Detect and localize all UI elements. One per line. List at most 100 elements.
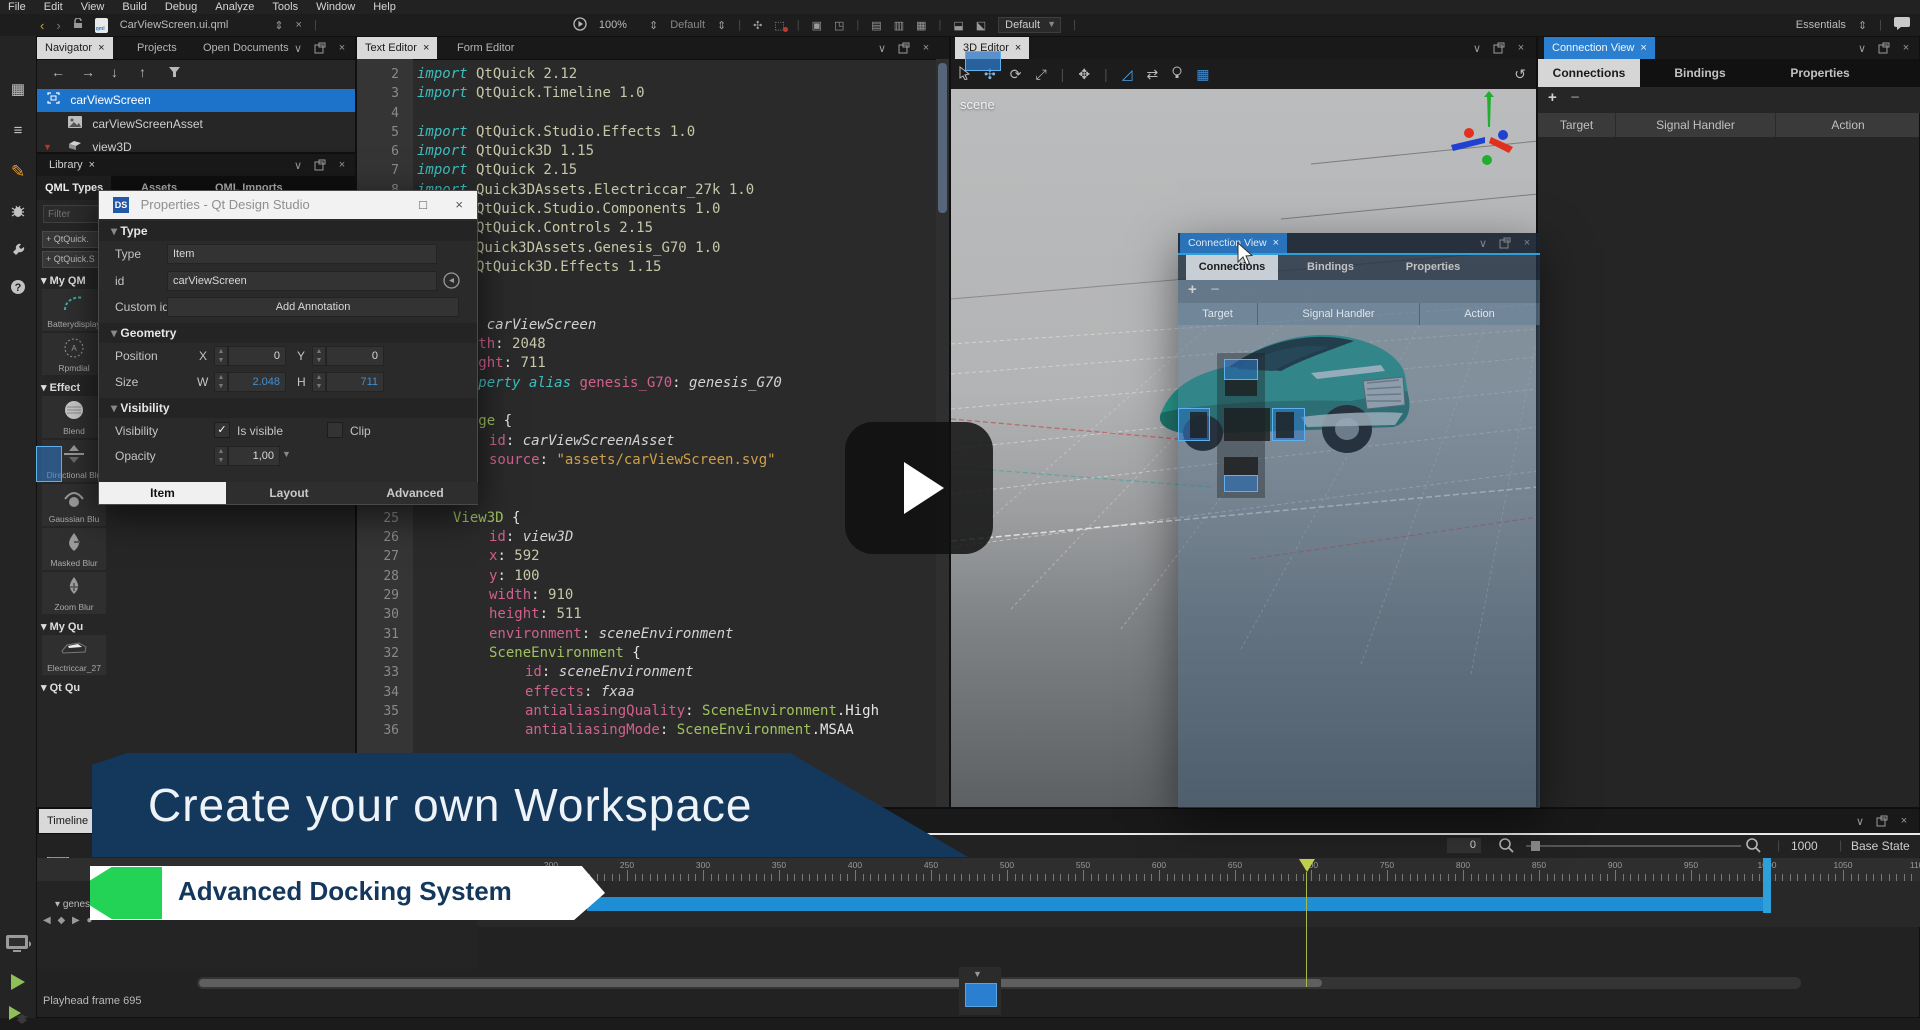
form-preset[interactable]: Default: [670, 19, 705, 31]
maximize-icon[interactable]: □: [419, 191, 427, 219]
tab-timeline[interactable]: Timeline: [39, 809, 96, 833]
distribute-h-icon[interactable]: ▤: [871, 19, 881, 32]
end-frame-value[interactable]: 1000: [1791, 839, 1818, 853]
debug-bug-icon[interactable]: [0, 204, 36, 222]
align-left-icon[interactable]: ▣: [812, 19, 822, 32]
document-stepper[interactable]: ⇕: [274, 19, 283, 32]
nav-up-icon[interactable]: ↑: [139, 64, 146, 80]
chevron-down-icon[interactable]: ▼: [282, 449, 291, 459]
mode-selector[interactable]: Essentials: [1796, 19, 1846, 31]
library-item-zoom-blur[interactable]: Zoom Blur: [42, 572, 106, 614]
close-icon[interactable]: ×: [98, 42, 104, 54]
dialog-tab-layout[interactable]: Layout: [226, 482, 352, 504]
close-icon[interactable]: ×: [335, 159, 349, 171]
tab-text-editor[interactable]: Text Editor×: [357, 37, 437, 59]
preset-stepper[interactable]: ⇕: [717, 19, 726, 32]
library-item-rpmdial[interactable]: ARpmdial: [42, 333, 106, 375]
close-icon[interactable]: ×: [1015, 42, 1021, 54]
menu-debug[interactable]: Debug: [165, 1, 197, 13]
menu-view[interactable]: View: [81, 1, 105, 13]
float-panel-icon[interactable]: [1875, 815, 1889, 827]
col-action[interactable]: Action: [1776, 113, 1920, 137]
run-button[interactable]: [0, 972, 36, 996]
col-signal-handler[interactable]: Signal Handler: [1258, 303, 1420, 325]
menu-edit[interactable]: Edit: [44, 1, 63, 13]
video-play-button[interactable]: [845, 422, 993, 554]
y-field[interactable]: 0: [326, 346, 384, 366]
float-panel-icon[interactable]: [1877, 42, 1891, 54]
menu-analyze[interactable]: Analyze: [215, 1, 254, 13]
float-titlebar[interactable]: Connection View× ∨×: [1178, 233, 1540, 253]
float-panel-icon[interactable]: [1492, 42, 1506, 54]
library-item-masked-blur[interactable]: Masked Blur: [42, 528, 106, 570]
tab-navigator[interactable]: Navigator×: [37, 37, 113, 59]
track-label[interactable]: ▾ genes: [55, 899, 90, 910]
type-field[interactable]: Item: [167, 244, 437, 264]
tab-bindings[interactable]: Bindings: [1278, 255, 1383, 280]
opacity-spinner[interactable]: ▲▼: [214, 446, 228, 466]
timeline-end-marker[interactable]: [1763, 858, 1771, 913]
align-add-icon[interactable]: ◳: [834, 19, 844, 32]
float-panel-icon[interactable]: [313, 42, 327, 54]
help-icon[interactable]: ?: [0, 279, 36, 299]
close-icon[interactable]: ×: [1520, 237, 1534, 249]
reset-icon[interactable]: [443, 272, 460, 292]
nav-left-icon[interactable]: ←: [51, 64, 65, 80]
timeline-zoom-slider[interactable]: [1526, 845, 1741, 847]
edit-shape-icon[interactable]: ⬕: [976, 19, 986, 32]
clip-checkbox[interactable]: [327, 422, 343, 438]
remove-connection-button[interactable]: −: [1211, 281, 1220, 298]
h-field[interactable]: 711: [326, 372, 384, 392]
fit-view-icon[interactable]: ✥: [1078, 66, 1090, 83]
float-panel-icon[interactable]: [897, 42, 911, 54]
filter-funnel-icon[interactable]: [169, 66, 182, 82]
camera-angle-icon[interactable]: ◿: [1122, 66, 1133, 83]
grid-toggle-icon[interactable]: ▦: [1196, 66, 1209, 83]
orientation-icon[interactable]: ⇄: [1146, 66, 1158, 83]
tree-item-carviewscreenasset[interactable]: carViewScreenAsset: [37, 113, 355, 136]
add-connection-button[interactable]: +: [1188, 281, 1197, 298]
zoom-min-field[interactable]: 0: [1446, 837, 1482, 854]
chevron-down-icon[interactable]: ∨: [1855, 42, 1869, 55]
y-spinner[interactable]: ▲▼: [312, 346, 326, 366]
dialog-tab-advanced[interactable]: Advanced: [352, 482, 478, 504]
close-icon[interactable]: ×: [423, 42, 429, 54]
tab-connection-view[interactable]: Connection View×: [1180, 233, 1287, 253]
add-connection-button[interactable]: +: [1548, 89, 1557, 106]
close-icon[interactable]: ×: [455, 191, 463, 219]
menu-build[interactable]: Build: [122, 1, 146, 13]
dialog-tab-item[interactable]: Item: [99, 482, 226, 504]
state-selector[interactable]: Base State: [1851, 839, 1910, 853]
floating-connection-view[interactable]: Connection View× ∨× Connections Bindings…: [1178, 233, 1540, 808]
menu-file[interactable]: File: [8, 1, 26, 13]
back-button[interactable]: ‹: [40, 18, 44, 33]
tab-open-documents[interactable]: Open Documents: [195, 37, 297, 59]
grid-layout-icon[interactable]: ▦: [916, 19, 926, 32]
tab-properties[interactable]: Properties: [1383, 255, 1483, 280]
reset-view-icon[interactable]: ↺: [1514, 66, 1526, 83]
wrench-icon[interactable]: [0, 242, 36, 261]
chevron-down-icon[interactable]: ∨: [875, 42, 889, 55]
library-item-electriccar-27[interactable]: Electriccar_27: [42, 635, 106, 675]
scale-tool-icon[interactable]: ⤢: [1035, 66, 1046, 83]
style-preset-dropdown[interactable]: Default▼: [998, 17, 1061, 33]
scrollbar-thumb[interactable]: [199, 979, 1322, 987]
w-field[interactable]: 2.048: [228, 372, 286, 392]
section-geometry[interactable]: ▾ Geometry: [99, 323, 477, 343]
library-section-header[interactable]: ▾ My Qu: [41, 620, 111, 633]
close-icon[interactable]: ×: [1897, 815, 1911, 827]
tab-connections[interactable]: Connections: [1186, 255, 1278, 280]
lock-icon[interactable]: [73, 18, 83, 32]
nav-down-icon[interactable]: ↓: [111, 64, 118, 80]
opacity-field[interactable]: 1,00: [228, 446, 280, 466]
close-icon[interactable]: ×: [919, 42, 933, 54]
distribute-v-icon[interactable]: ▥: [894, 19, 904, 32]
float-panel-icon[interactable]: [313, 159, 327, 171]
col-action[interactable]: Action: [1420, 303, 1540, 325]
library-item-gaussian-blu[interactable]: Gaussian Blu: [42, 484, 106, 526]
library-title[interactable]: Library×: [41, 154, 103, 176]
tab-form-editor[interactable]: Form Editor: [449, 37, 522, 59]
col-target[interactable]: Target: [1538, 113, 1616, 137]
rotate-tool-icon[interactable]: ⟳: [1010, 66, 1022, 83]
close-document-icon[interactable]: ×: [296, 19, 302, 31]
